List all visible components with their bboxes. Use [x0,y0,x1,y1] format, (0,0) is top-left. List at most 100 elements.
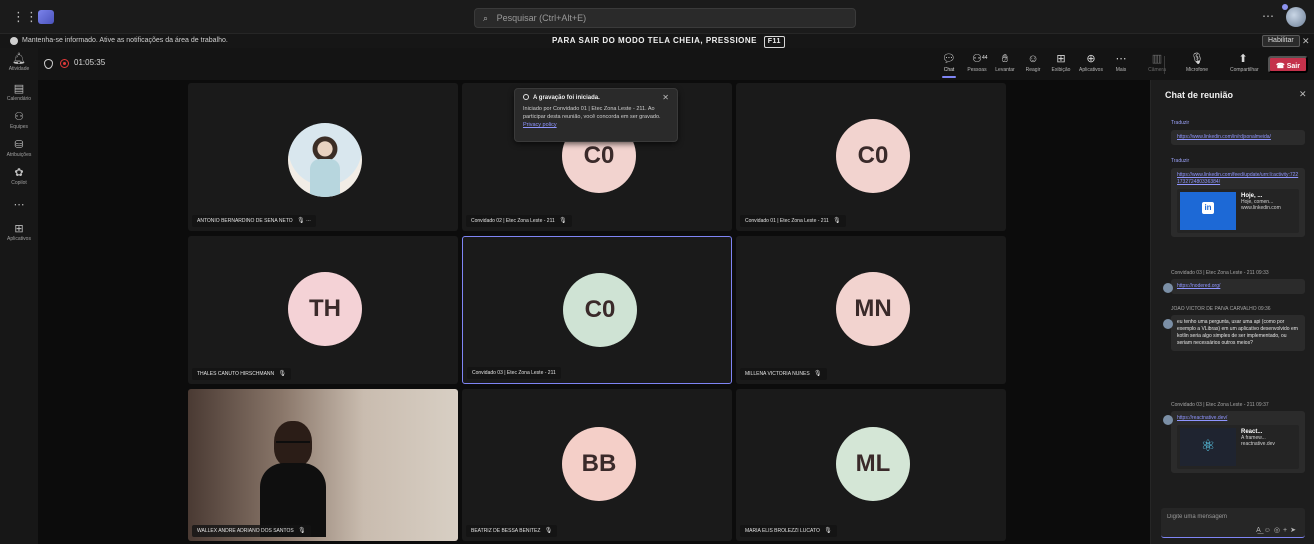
mic-off-icon: 🎙︎ [1190,53,1204,65]
message-sender: JOAO VICTOR DE PAIVA CARVALHO 09:36 [1171,306,1305,313]
participant-tile[interactable]: ANTONIO BERNARDINO DE SENA NETO 🎙︎ ⋯ [188,83,458,231]
participant-tile[interactable]: C0 Convidado 01 | Etec Zona Leste - 211 … [736,83,1006,231]
more-button[interactable]: ⋯ Mais [1108,52,1134,78]
recording-toast: A gravação foi iniciada. Iniciado por Co… [514,88,678,142]
chat-message: JOAO VICTOR DE PAIVA CARVALHO 09:36 eu t… [1171,306,1305,351]
emoji-icon[interactable]: ☺ [1264,527,1274,534]
raise-hand-button[interactable]: ✋︎ Levantar [992,52,1018,78]
participant-photo [288,123,362,197]
privacy-policy-link[interactable]: Privacy policy [523,122,557,128]
linkedin-icon: in [1202,202,1214,214]
participant-name: Convidado 03 | Etec Zona Leste - 211 [472,370,556,376]
link-preview[interactable]: in Hoje, ... Hoje, comen... www.linkedin… [1177,189,1299,233]
send-icon[interactable]: ➤ [1290,527,1299,534]
initials-avatar: ML [836,427,910,501]
message-link[interactable]: https://reactnative.dev/ [1177,415,1227,421]
apps-label: Aplicativos [1079,67,1103,73]
message-input[interactable] [1167,512,1297,522]
video-gallery: ANTONIO BERNARDINO DE SENA NETO 🎙︎ ⋯ C0 … [38,80,1150,544]
more-options-icon[interactable]: ⋯ [306,218,311,224]
close-chat-icon[interactable]: ✕ [1299,89,1307,100]
link-preview[interactable]: ⚛ React... A framew... reactnative.dev [1177,425,1299,469]
record-icon [523,94,529,101]
teams-logo-icon [38,10,54,24]
add-apps-icon: ⊕ [1086,53,1096,65]
initials-avatar: TH [288,272,362,346]
camera-button[interactable]: ▥ Câmera [1144,52,1170,78]
people-count: 44 [982,55,988,61]
meeting-timer: 01:05:35 [74,58,106,67]
participant-name: THALES CANUTO HIRSCHMANN [197,371,275,377]
phone-hangup-icon: ☎ [1276,63,1285,70]
message-link[interactable]: https://nodered.org/ [1177,283,1220,289]
rail-item-apps[interactable]: ⊞ Aplicativos [0,222,38,250]
more-options-icon[interactable]: ⋯ [1262,9,1274,23]
close-toast-icon[interactable]: ✕ [662,93,669,102]
participant-name: MARIA ELIS BROLEZZI LUCATO [745,528,820,534]
participant-tile-camera[interactable]: WALLEX ANDRE ADRIANO DOS SANTOS 🎙︎ [188,389,458,541]
participant-tile[interactable]: ML MARIA ELIS BROLEZZI LUCATO 🎙︎ [736,389,1006,541]
view-button[interactable]: ⊞ Exibição [1048,52,1074,78]
chat-messages[interactable]: Traduzir https://www.linkedin.com/in/rdj… [1151,110,1314,508]
mic-label: Microfone [1186,67,1208,73]
fullscreen-message: PARA SAIR DO MODO TELA CHEIA, PRESSIONE … [552,34,785,48]
chat-label: Chat [943,67,955,73]
participant-tile-speaking[interactable]: C0 Convidado 03 | Etec Zona Leste - 211 [462,236,732,384]
search-input[interactable]: ⌕ Pesquisar (Ctrl+Alt+E) [474,8,856,28]
preview-domain: reactnative.dev [1241,441,1275,447]
leave-button[interactable]: ☎ Sair [1268,56,1308,73]
message-link[interactable]: https://www.linkedin.com/feed/update/urn… [1177,172,1298,185]
apps-button[interactable]: ⊕ Aplicativos [1078,52,1104,78]
rail-item-teams[interactable]: ⚇ Equipes [0,110,38,138]
rail-label: Atribuições [6,152,32,158]
close-banner-icon[interactable]: ✕ [1302,34,1310,48]
share-button[interactable]: ⬆ Compartilhar [1230,52,1259,78]
enable-notifications-button[interactable]: Habilitar [1262,35,1300,47]
rail-item-assignments[interactable]: ⛁ Atribuições [0,138,38,166]
share-screen-icon: ⬆ [1238,53,1248,65]
mic-muted-icon: 🎙︎ [297,218,305,224]
mic-muted-icon: 🎙︎ [814,371,822,377]
message-link[interactable]: https://www.linkedin.com/in/rdjsonalmeid… [1177,134,1271,140]
react-button[interactable]: ☺ Reagir [1020,52,1046,78]
search-placeholder: Pesquisar (Ctrl+Alt+E) [496,13,587,23]
loop-icon[interactable]: ◎ [1274,527,1283,534]
message-bubble: https://reactnative.dev/ ⚛ React... A fr… [1171,411,1305,473]
rail-item-activity[interactable]: 🔔︎ Atividade [0,52,38,80]
assignments-icon: ⛁ [14,139,24,151]
participant-tile[interactable]: BB BEATRIZ DE BESSA BENITEZ 🎙︎ [462,389,732,541]
shield-icon[interactable] [44,59,53,69]
rail-item-copilot[interactable]: ✿ Copilot [0,166,38,194]
participant-name: Convidado 02 | Etec Zona Leste - 211 [471,218,555,224]
chat-compose-box[interactable]: A͟☺◎+➤ [1161,508,1305,538]
rail-label: Copilot [11,180,27,186]
info-icon [10,37,18,45]
chat-button[interactable]: 💬︎ Chat [936,52,962,78]
camera-person [260,421,326,537]
participant-tile[interactable]: MN MILLENA VICTORIA NUNES 🎙︎ [736,236,1006,384]
participant-tile[interactable]: TH THALES CANUTO HIRSCHMANN 🎙︎ [188,236,458,384]
app-launcher-icon[interactable]: ⋮⋮ [12,10,38,24]
rail-label: Aplicativos [7,236,31,242]
profile-avatar[interactable] [1286,7,1306,27]
apps-icon: ⊞ [14,223,24,235]
participant-name: ANTONIO BERNARDINO DE SENA NETO [197,218,293,224]
linkedin-thumbnail: in [1180,192,1236,230]
format-icon[interactable]: A͟ [1256,527,1264,534]
teams-window: ⋮⋮ ⌕ Pesquisar (Ctrl+Alt+E) ⋯ Mantenha-s… [0,0,1314,544]
preview-text: Hoje, ... Hoje, comen... www.linkedin.co… [1241,193,1289,211]
search-icon: ⌕ [483,13,489,23]
compose-tools: A͟☺◎+➤ [1256,526,1299,534]
initials-avatar: BB [562,427,636,501]
participant-name-tag: Convidado 01 | Etec Zona Leste - 211 🎙︎ [740,215,846,227]
translate-link[interactable]: Traduzir [1171,158,1305,165]
chat-message: Traduzir https://www.linkedin.com/feed/u… [1171,158,1305,237]
more-label: Mais [1115,67,1127,73]
message-text: eu tenho uma pergunta, usar uma api (com… [1177,319,1298,346]
rail-item-calendar[interactable]: ▤ Calendário [0,82,38,110]
people-button[interactable]: ⚇ 44 Pessoas [964,52,990,78]
participant-name-tag: Convidado 03 | Etec Zona Leste - 211 [467,367,561,379]
translate-link[interactable]: Traduzir [1171,120,1305,127]
grid-view-icon: ⊞ [1056,53,1066,65]
mic-button[interactable]: 🎙︎ Microfone [1184,52,1210,78]
